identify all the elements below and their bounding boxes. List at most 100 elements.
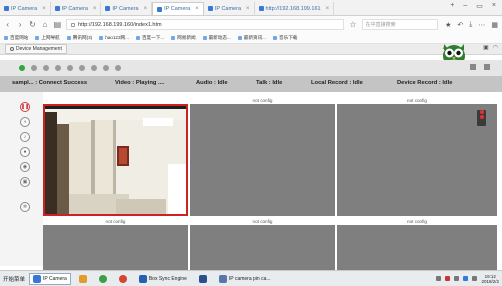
taskbar-item[interactable] <box>95 273 111 285</box>
star-icon[interactable]: ★ <box>445 21 451 29</box>
app-icon <box>118 274 127 283</box>
talk-status: Talk : Idle <box>256 80 283 86</box>
bookmarks-bar: 百度网站 上网导航 腾讯网(3) hao123网... 百度一下... 网易新闻… <box>0 33 502 44</box>
connection-status: sampl... : Connect Success <box>12 80 88 86</box>
bookmark[interactable]: 腾讯网(3) <box>66 35 92 41</box>
grid-view-icon[interactable] <box>484 64 490 70</box>
close-icon[interactable]: × <box>144 6 148 12</box>
maximize-button[interactable]: ▭ <box>476 2 483 10</box>
channel-dot[interactable] <box>79 65 85 71</box>
app-header: Device Management ▲ ● <box>0 44 502 55</box>
wifi-icon[interactable]: ◠ <box>493 44 498 51</box>
bookmark[interactable]: 最新动态... <box>202 35 231 41</box>
close-icon[interactable]: × <box>42 6 46 12</box>
download-icon[interactable]: ⤓ <box>469 21 472 29</box>
taskbar-item[interactable] <box>115 273 131 285</box>
browser-tab[interactable]: IP Camera × <box>51 2 102 15</box>
settings-icon[interactable]: ✲ <box>20 202 30 212</box>
reader-icon[interactable]: ▤ <box>54 20 62 29</box>
camera-view-live[interactable]: sample1 <box>43 104 188 216</box>
bookmark-icon <box>273 36 277 40</box>
bookmark[interactable]: 上网导航 <box>35 35 60 41</box>
close-icon[interactable]: × <box>93 6 97 12</box>
volume-icon[interactable] <box>472 276 478 281</box>
forward-icon[interactable]: › <box>16 20 23 29</box>
window-icon[interactable]: ▣ <box>483 44 489 51</box>
channel-dot[interactable] <box>91 65 97 71</box>
browser-tab[interactable]: IP Camera × <box>101 2 153 15</box>
home-icon[interactable]: ⌂ <box>41 20 48 29</box>
record-button[interactable] <box>477 110 486 126</box>
start-button[interactable]: 开始菜单 <box>3 275 25 283</box>
close-icon[interactable]: × <box>246 6 250 12</box>
close-window-button[interactable]: × <box>492 2 496 10</box>
favorite-icon[interactable]: ☆ <box>349 20 356 29</box>
tray-icon[interactable] <box>445 276 451 281</box>
close-icon[interactable]: × <box>326 6 330 12</box>
search-input[interactable]: 在中直接搜索 <box>361 19 439 30</box>
page-icon <box>258 6 264 11</box>
channel-dot[interactable] <box>31 65 37 71</box>
camera-feed-image <box>45 106 186 214</box>
mute-icon[interactable]: ◖ <box>20 117 30 127</box>
channel-dot[interactable] <box>55 65 61 71</box>
device-management-tab[interactable]: Device Management <box>5 44 67 54</box>
bookmark[interactable]: hao123网... <box>99 35 129 41</box>
close-icon[interactable]: × <box>195 6 199 12</box>
taskbar-item[interactable] <box>75 273 91 285</box>
page-icon <box>54 6 60 11</box>
bookmark[interactable]: 网易新闻 <box>171 35 196 41</box>
channel-dot[interactable] <box>103 65 109 71</box>
single-view-icon[interactable] <box>470 64 476 70</box>
channel-dot[interactable] <box>43 65 49 71</box>
device-record-status: Device Record : Idle <box>397 80 453 86</box>
browser-icon <box>33 274 42 283</box>
bookmark[interactable]: 百度一下... <box>135 35 164 41</box>
bookmark-icon <box>66 36 71 40</box>
bookmark-icon <box>99 36 104 40</box>
record-icon[interactable]: ● <box>20 147 30 157</box>
channel-dot-active[interactable] <box>19 65 25 71</box>
undo-icon[interactable]: ↶ <box>457 21 463 29</box>
video-status: Video : Playing .... <box>115 80 165 86</box>
menu-icon[interactable]: ⋯ <box>478 21 485 29</box>
tray-icon[interactable] <box>436 276 442 281</box>
bookmark[interactable]: 百度网站 <box>4 35 28 41</box>
taskbar-item[interactable]: Box Sync Engine <box>135 273 191 285</box>
stop-icon[interactable]: ❚❚ <box>20 102 30 112</box>
new-tab-button[interactable]: + <box>450 2 454 10</box>
url-input[interactable]: http://192.168.199.160/index1.htm <box>66 19 345 30</box>
grid-icon[interactable]: ▦ <box>491 21 498 29</box>
browser-tab[interactable]: http://192.168.199.161 × <box>255 2 335 15</box>
app-icon <box>198 274 207 283</box>
browser-toolbar: ★ ↶ ⤓ ⋯ ▦ <box>445 21 498 29</box>
camera-view-empty[interactable]: not config <box>190 98 335 216</box>
local-record-status: Local Record : Idle <box>311 80 363 86</box>
camera-view-empty[interactable]: not config <box>43 219 188 270</box>
snapshot-icon[interactable]: ◉ <box>20 162 30 172</box>
taskbar-item[interactable]: IP camera pin ca... <box>215 273 275 285</box>
reload-icon[interactable]: ↻ <box>29 20 36 29</box>
camera-view-empty[interactable]: not config <box>337 219 497 270</box>
network-icon[interactable] <box>463 276 469 281</box>
clock[interactable]: 19:12 2018/2/2 <box>481 274 499 284</box>
bookmark[interactable]: 音乐下载 <box>273 35 297 41</box>
channel-dot[interactable] <box>115 65 121 71</box>
camera-view-empty[interactable]: not config <box>190 219 335 270</box>
browser-tab[interactable]: IP Camera × <box>0 2 51 15</box>
camera-view-empty[interactable]: not config <box>337 98 497 216</box>
channel-dot[interactable] <box>67 65 73 71</box>
tray-icon[interactable] <box>454 276 460 281</box>
browser-tab[interactable]: IP Camera × <box>204 2 255 15</box>
bookmark-icon <box>135 36 140 40</box>
bookmark-icon <box>4 36 8 40</box>
back-icon[interactable]: ‹ <box>4 20 11 29</box>
browser-tab-active[interactable]: IP Camera × <box>152 2 204 15</box>
microphone-icon[interactable]: ♪ <box>20 132 30 142</box>
taskbar-item[interactable] <box>195 273 211 285</box>
browser-tab-bar: IP Camera × IP Camera × IP Camera × IP Came… <box>0 0 502 16</box>
bookmark[interactable]: 最新资讯... <box>237 35 266 41</box>
taskbar-item[interactable]: IP Camera <box>29 272 71 285</box>
minimize-button[interactable]: – <box>463 2 467 10</box>
camera-icon[interactable]: ▣ <box>20 177 30 187</box>
